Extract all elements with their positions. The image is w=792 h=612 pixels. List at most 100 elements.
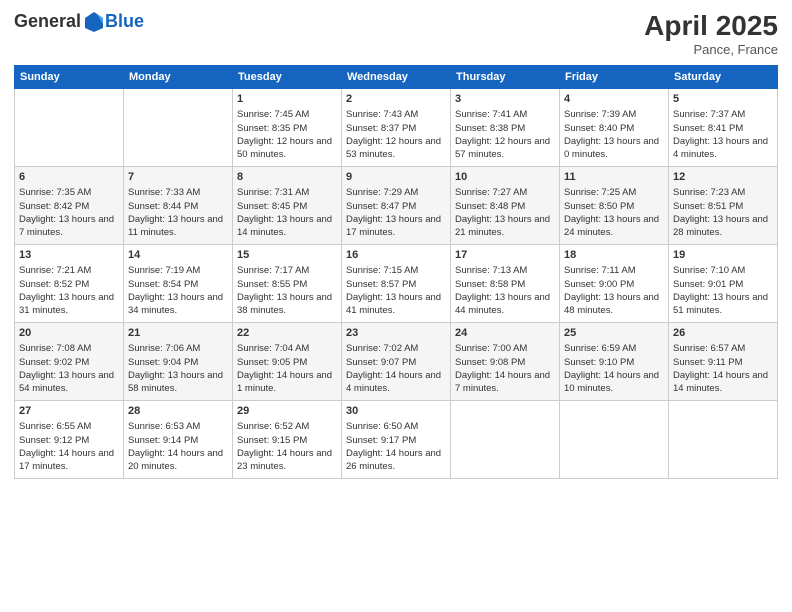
day-number: 16 <box>346 248 446 263</box>
day-info-line: Sunrise: 7:33 AM <box>128 186 228 199</box>
day-info-line: Daylight: 14 hours and 1 minute. <box>237 369 337 396</box>
day-info-line: Sunrise: 7:31 AM <box>237 186 337 199</box>
calendar-header-row: SundayMondayTuesdayWednesdayThursdayFrid… <box>15 66 778 89</box>
day-info-line: Daylight: 13 hours and 7 minutes. <box>19 213 119 240</box>
cell-2-1: 14Sunrise: 7:19 AMSunset: 8:54 PMDayligh… <box>124 245 233 323</box>
day-info-line: Daylight: 14 hours and 14 minutes. <box>673 369 773 396</box>
cell-1-4: 10Sunrise: 7:27 AMSunset: 8:48 PMDayligh… <box>451 167 560 245</box>
page: General Blue April 2025 Pance, France Su… <box>0 0 792 612</box>
week-row-3: 13Sunrise: 7:21 AMSunset: 8:52 PM Dayligh… <box>15 245 778 323</box>
day-info-line: Sunset: 8:41 PM <box>673 122 773 135</box>
day-info-line: Sunrise: 7:41 AM <box>455 108 555 121</box>
day-info-line: Sunset: 8:55 PM <box>237 278 337 291</box>
week-row-2: 6Sunrise: 7:35 AMSunset: 8:42 PMDaylight… <box>15 167 778 245</box>
day-info-line: Sunset: 8:37 PM <box>346 122 446 135</box>
day-info-line: Sunrise: 7:39 AM <box>564 108 664 121</box>
day-info-line: Sunset: 9:05 PM <box>237 356 337 369</box>
day-info-line: Sunset: 9:11 PM <box>673 356 773 369</box>
cell-3-4: 24Sunrise: 7:00 AMSunset: 9:08 PMDayligh… <box>451 323 560 401</box>
day-info-line: Daylight: 12 hours and 57 minutes. <box>455 135 555 162</box>
day-info-line: Sunset: 8:44 PM <box>128 200 228 213</box>
day-info-line: Daylight: 14 hours and 23 minutes. <box>237 447 337 474</box>
day-info-line: Sunset: 9:15 PM <box>237 434 337 447</box>
day-number: 5 <box>673 92 773 107</box>
day-info-line: Sunset: 8:38 PM <box>455 122 555 135</box>
day-info-line: Sunrise: 7:04 AM <box>237 342 337 355</box>
day-info-line: Daylight: 14 hours and 10 minutes. <box>564 369 664 396</box>
day-info-line: Daylight: 14 hours and 7 minutes. <box>455 369 555 396</box>
day-number: 7 <box>128 170 228 185</box>
day-info-line: Sunset: 9:08 PM <box>455 356 555 369</box>
day-info-line: Sunrise: 6:55 AM <box>19 420 119 433</box>
day-number: 12 <box>673 170 773 185</box>
cell-0-6: 5Sunrise: 7:37 AMSunset: 8:41 PMDaylight… <box>669 89 778 167</box>
day-number: 27 <box>19 404 119 419</box>
day-info-line: Sunrise: 7:45 AM <box>237 108 337 121</box>
day-number: 18 <box>564 248 664 263</box>
day-info-line: Sunset: 9:01 PM <box>673 278 773 291</box>
day-number: 19 <box>673 248 773 263</box>
day-info-line: Sunrise: 7:11 AM <box>564 264 664 277</box>
day-number: 17 <box>455 248 555 263</box>
day-info-line: Sunset: 8:52 PM <box>19 278 119 291</box>
day-info-line: Sunset: 9:12 PM <box>19 434 119 447</box>
cell-3-3: 23Sunrise: 7:02 AMSunset: 9:07 PMDayligh… <box>342 323 451 401</box>
cell-0-1 <box>124 89 233 167</box>
day-number: 20 <box>19 326 119 341</box>
day-info-line: Daylight: 13 hours and 34 minutes. <box>128 291 228 318</box>
day-info-line: Sunrise: 7:00 AM <box>455 342 555 355</box>
day-number: 24 <box>455 326 555 341</box>
cell-0-3: 2Sunrise: 7:43 AMSunset: 8:37 PMDaylight… <box>342 89 451 167</box>
cell-2-0: 13Sunrise: 7:21 AMSunset: 8:52 PMDayligh… <box>15 245 124 323</box>
day-info-line: Sunrise: 6:57 AM <box>673 342 773 355</box>
cell-0-4: 3Sunrise: 7:41 AMSunset: 8:38 PMDaylight… <box>451 89 560 167</box>
day-info-line: Sunrise: 7:21 AM <box>19 264 119 277</box>
day-info-line: Sunrise: 6:53 AM <box>128 420 228 433</box>
day-info-line: Sunset: 8:45 PM <box>237 200 337 213</box>
day-number: 14 <box>128 248 228 263</box>
logo: General Blue <box>14 10 144 32</box>
day-info-line: Sunset: 8:47 PM <box>346 200 446 213</box>
day-info-line: Sunset: 8:42 PM <box>19 200 119 213</box>
day-info-line: Sunrise: 7:35 AM <box>19 186 119 199</box>
cell-4-0: 27Sunrise: 6:55 AMSunset: 9:12 PMDayligh… <box>15 401 124 479</box>
day-number: 26 <box>673 326 773 341</box>
logo-general: General <box>14 11 81 32</box>
day-info-line: Daylight: 14 hours and 4 minutes. <box>346 369 446 396</box>
day-info-line: Daylight: 13 hours and 38 minutes. <box>237 291 337 318</box>
header-monday: Monday <box>124 66 233 89</box>
week-row-5: 27Sunrise: 6:55 AMSunset: 9:12 PMDayligh… <box>15 401 778 479</box>
day-info-line: Sunrise: 7:27 AM <box>455 186 555 199</box>
day-info-line: Daylight: 13 hours and 41 minutes. <box>346 291 446 318</box>
cell-2-5: 18Sunrise: 7:11 AMSunset: 9:00 PMDayligh… <box>560 245 669 323</box>
day-number: 13 <box>19 248 119 263</box>
header-tuesday: Tuesday <box>233 66 342 89</box>
day-info-line: Sunset: 9:14 PM <box>128 434 228 447</box>
day-info-line: Daylight: 13 hours and 51 minutes. <box>673 291 773 318</box>
day-info-line: Sunrise: 7:37 AM <box>673 108 773 121</box>
cell-4-3: 30Sunrise: 6:50 AMSunset: 9:17 PMDayligh… <box>342 401 451 479</box>
day-info-line: Sunset: 8:35 PM <box>237 122 337 135</box>
cell-1-0: 6Sunrise: 7:35 AMSunset: 8:42 PMDaylight… <box>15 167 124 245</box>
title-block: April 2025 Pance, France <box>644 10 778 57</box>
cell-4-5 <box>560 401 669 479</box>
cell-2-3: 16Sunrise: 7:15 AMSunset: 8:57 PMDayligh… <box>342 245 451 323</box>
day-number: 28 <box>128 404 228 419</box>
day-info-line: Sunrise: 7:06 AM <box>128 342 228 355</box>
day-info-line: Sunrise: 7:23 AM <box>673 186 773 199</box>
day-info-line: Sunrise: 7:17 AM <box>237 264 337 277</box>
day-info-line: Sunset: 9:07 PM <box>346 356 446 369</box>
cell-1-1: 7Sunrise: 7:33 AMSunset: 8:44 PMDaylight… <box>124 167 233 245</box>
day-number: 3 <box>455 92 555 107</box>
day-info-line: Daylight: 13 hours and 48 minutes. <box>564 291 664 318</box>
day-info-line: Sunrise: 7:02 AM <box>346 342 446 355</box>
day-info-line: Sunrise: 7:43 AM <box>346 108 446 121</box>
day-info-line: Sunset: 9:04 PM <box>128 356 228 369</box>
cell-0-2: 1Sunrise: 7:45 AMSunset: 8:35 PMDaylight… <box>233 89 342 167</box>
cell-4-2: 29Sunrise: 6:52 AMSunset: 9:15 PMDayligh… <box>233 401 342 479</box>
day-number: 8 <box>237 170 337 185</box>
day-info-line: Daylight: 14 hours and 17 minutes. <box>19 447 119 474</box>
day-info-line: Daylight: 12 hours and 53 minutes. <box>346 135 446 162</box>
day-number: 22 <box>237 326 337 341</box>
day-info-line: Sunset: 8:40 PM <box>564 122 664 135</box>
